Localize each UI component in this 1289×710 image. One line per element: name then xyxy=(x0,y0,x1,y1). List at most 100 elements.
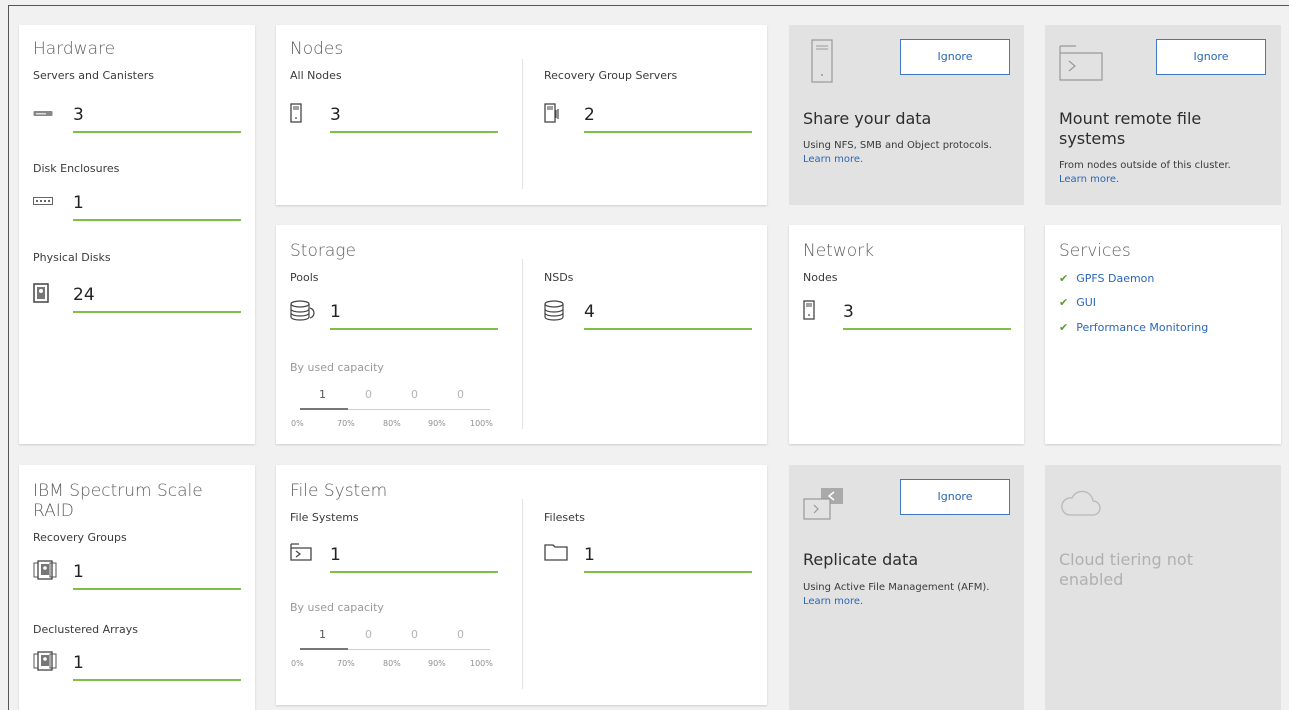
enclosures-value: 1 xyxy=(73,193,84,213)
nsds-value: 4 xyxy=(584,302,595,322)
filesets-value: 1 xyxy=(584,545,595,565)
replicate-description: Using Active File Management (AFM). Lear… xyxy=(803,582,990,607)
storage-cap-tick-80: 80% xyxy=(383,419,401,428)
server-canister-icon xyxy=(33,110,53,134)
mount-description: From nodes outside of this cluster. Lear… xyxy=(1059,160,1231,185)
all-nodes-metric[interactable]: 3 xyxy=(290,103,500,133)
nodes-title: Nodes xyxy=(290,39,344,59)
disks-label: Physical Disks xyxy=(33,251,111,264)
share-ignore-button[interactable]: Ignore xyxy=(900,39,1010,75)
filesystem-divider xyxy=(522,499,523,689)
network-nodes-bar xyxy=(843,328,1011,330)
network-node-icon xyxy=(803,300,823,324)
enclosures-label: Disk Enclosures xyxy=(33,162,120,175)
network-nodes-metric[interactable]: 3 xyxy=(803,300,1013,330)
pools-label: Pools xyxy=(290,271,319,284)
servers-bar xyxy=(73,131,241,133)
mount-remote-card[interactable]: Ignore Mount remote file systems From nod… xyxy=(1045,25,1281,205)
mount-title: Mount remote file systems xyxy=(1059,109,1202,148)
nsds-bar xyxy=(584,328,752,330)
storage-divider xyxy=(522,259,523,429)
hardware-card[interactable]: Hardware Servers and Canisters 3 Disk En… xyxy=(19,25,255,444)
server-icon xyxy=(811,39,833,83)
rg-servers-metric[interactable]: 2 xyxy=(544,103,754,133)
fs-cap-tick-70: 70% xyxy=(337,659,355,668)
storage-capacity-gauge[interactable]: 1 0 0 0 0% 70% 80% 90% 100% xyxy=(290,383,505,433)
services-card[interactable]: Services ✔ GPFS Daemon ✔ GUI ✔ Performance … xyxy=(1045,225,1281,444)
cloud-tiering-card[interactable]: Cloud tiering not enabled xyxy=(1045,465,1281,710)
network-nodes-label: Nodes xyxy=(803,271,838,284)
share-data-card[interactable]: Ignore Share your data Using NFS, SMB an… xyxy=(789,25,1024,205)
storage-cap-value-4: 0 xyxy=(457,388,464,401)
share-description: Using NFS, SMB and Object protocols. Lea… xyxy=(803,140,992,165)
mount-learn-more-link[interactable]: Learn more. xyxy=(1059,174,1119,185)
rg-servers-value: 2 xyxy=(584,105,595,125)
disks-bar xyxy=(73,311,241,313)
fs-capacity-gauge[interactable]: 1 0 0 0 0% 70% 80% 90% 100% xyxy=(290,623,505,673)
rg-servers-bar xyxy=(584,131,752,133)
server-node-icon xyxy=(290,103,310,127)
all-nodes-bar xyxy=(330,131,498,133)
raid-card[interactable]: IBM Spectrum Scale RAID Recovery Groups 1… xyxy=(19,465,255,710)
cloud-tiering-status: Cloud tiering not enabled xyxy=(1059,550,1193,589)
fs-cap-value-2: 0 xyxy=(365,628,372,641)
all-nodes-value: 3 xyxy=(330,105,341,125)
declustered-arrays-metric[interactable]: 1 xyxy=(33,651,241,681)
replicate-learn-more-link[interactable]: Learn more. xyxy=(803,596,863,607)
replicate-data-card[interactable]: Ignore Replicate data Using Active File … xyxy=(789,465,1024,710)
fs-cap-value-4: 0 xyxy=(457,628,464,641)
file-systems-label: File Systems xyxy=(290,511,359,524)
file-systems-metric[interactable]: 1 xyxy=(290,543,500,573)
disk-enclosure-icon xyxy=(33,197,53,221)
storage-cap-value-2: 0 xyxy=(365,388,372,401)
replicate-icon xyxy=(803,487,847,523)
pools-metric[interactable]: 1 xyxy=(290,300,500,330)
enclosures-bar xyxy=(73,219,241,221)
recovery-groups-metric[interactable]: 1 xyxy=(33,560,241,590)
declustered-arrays-label: Declustered Arrays xyxy=(33,623,139,636)
fs-capacity-label: By used capacity xyxy=(290,601,384,614)
recovery-groups-value: 1 xyxy=(73,562,84,582)
check-icon: ✔ xyxy=(1059,296,1069,309)
nodes-card[interactable]: Nodes All Nodes 3 Recovery Group Servers… xyxy=(276,25,767,205)
terminal-icon xyxy=(1059,45,1103,81)
filesets-bar xyxy=(584,571,752,573)
pools-value: 1 xyxy=(330,302,341,322)
enclosures-metric[interactable]: 1 xyxy=(33,191,241,221)
folder-icon xyxy=(544,543,568,567)
share-learn-more-link[interactable]: Learn more. xyxy=(803,154,863,165)
mount-ignore-button[interactable]: Ignore xyxy=(1156,39,1266,75)
declustered-arrays-bar xyxy=(73,679,241,681)
service-gui[interactable]: ✔ GUI xyxy=(1059,296,1096,309)
storage-card[interactable]: Storage Pools 1 By used capacity 1 0 0 0… xyxy=(276,225,767,444)
check-icon: ✔ xyxy=(1059,321,1069,334)
all-nodes-label: All Nodes xyxy=(290,69,342,82)
replicate-ignore-button[interactable]: Ignore xyxy=(900,479,1010,515)
fs-cap-tick-0: 0% xyxy=(291,659,304,668)
storage-cap-value-1: 1 xyxy=(319,388,326,401)
pools-bar xyxy=(330,328,498,330)
filesystem-card[interactable]: File System File Systems 1 By used capac… xyxy=(276,465,767,705)
servers-metric[interactable]: 3 xyxy=(33,103,241,133)
disks-metric[interactable]: 24 xyxy=(33,283,241,313)
storage-cap-tick-90: 90% xyxy=(428,419,446,428)
raid-title: IBM Spectrum Scale RAID xyxy=(33,481,203,521)
storage-cap-tick-100: 100% xyxy=(470,419,493,428)
filesystem-title: File System xyxy=(290,481,388,501)
network-title: Network xyxy=(803,241,874,261)
fs-cap-tick-80: 80% xyxy=(383,659,401,668)
disks-value: 24 xyxy=(73,285,95,305)
network-card[interactable]: Network Nodes 3 xyxy=(789,225,1024,444)
fs-cap-value-1: 1 xyxy=(319,628,326,641)
service-gpfs-daemon[interactable]: ✔ GPFS Daemon xyxy=(1059,272,1154,285)
file-system-icon xyxy=(290,543,312,567)
recovery-group-icon xyxy=(33,560,57,584)
nsds-metric[interactable]: 4 xyxy=(544,300,754,330)
check-icon: ✔ xyxy=(1059,272,1069,285)
servers-label: Servers and Canisters xyxy=(33,69,155,82)
storage-cap-tick-0: 0% xyxy=(291,419,304,428)
service-performance-monitoring[interactable]: ✔ Performance Monitoring xyxy=(1059,321,1208,334)
declustered-array-icon xyxy=(33,651,57,675)
filesets-metric[interactable]: 1 xyxy=(544,543,754,573)
storage-capacity-label: By used capacity xyxy=(290,361,384,374)
